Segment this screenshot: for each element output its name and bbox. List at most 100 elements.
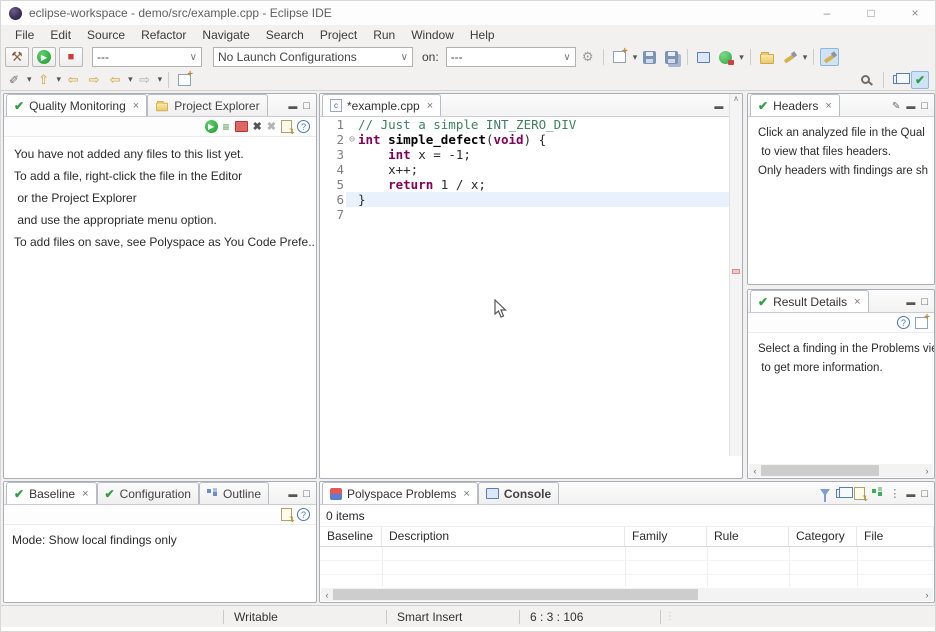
scrollbar-thumb[interactable] (761, 465, 879, 476)
external-tools-button[interactable] (780, 48, 799, 66)
editor-vertical-scrollbar[interactable]: ∧ (729, 94, 742, 456)
scroll-up-icon[interactable]: ∧ (730, 94, 742, 106)
open-resource-button[interactable] (757, 48, 777, 66)
maximize-view-icon[interactable]: □ (303, 100, 310, 112)
menu-item[interactable]: Edit (42, 26, 79, 44)
minimize-view-icon[interactable]: ▬ (906, 489, 915, 499)
pencil-icon[interactable]: ✎ (892, 101, 900, 112)
maximize-view-icon[interactable]: □ (303, 488, 310, 500)
minimize-view-icon[interactable]: ▬ (906, 101, 915, 111)
group-view-icon[interactable] (836, 489, 848, 498)
menu-item[interactable]: Project (312, 26, 365, 44)
close-tab-icon[interactable]: × (133, 100, 139, 112)
tab-headers[interactable]: ✔ Headers × (750, 94, 840, 116)
open-console-button[interactable] (694, 48, 713, 66)
minimize-view-icon[interactable]: ▬ (288, 101, 297, 111)
launch-target-combo[interactable]: --- ∨ (446, 47, 576, 67)
tab-polyspace-problems[interactable]: Polyspace Problems × (322, 482, 478, 504)
load-baseline-icon[interactable] (281, 508, 292, 521)
column-header[interactable]: File (857, 527, 934, 546)
scrollbar-thumb[interactable] (333, 589, 698, 600)
maximize-view-icon[interactable]: □ (921, 296, 928, 308)
code-editor[interactable]: 1// Just a simple INT_ZERO_DIV2⊖int simp… (320, 117, 742, 479)
export-log-icon[interactable] (854, 487, 865, 500)
help-icon[interactable]: ? (897, 316, 910, 329)
tab-outline[interactable]: Outline (199, 482, 269, 504)
run-coverage-button[interactable] (716, 48, 735, 66)
menu-item[interactable]: Search (258, 26, 312, 44)
remove-file-icon[interactable] (235, 121, 248, 132)
scroll-right-icon[interactable]: › (921, 466, 933, 476)
forward-history-button[interactable]: ⇨ (85, 71, 103, 89)
pin-editor-button[interactable] (175, 71, 194, 89)
help-icon[interactable]: ? (297, 120, 310, 133)
remove-all-icon[interactable]: ✖ (267, 120, 276, 133)
next-annotation-button[interactable]: ✐ (5, 71, 23, 89)
code-line[interactable]: 3 int x = -1; (320, 147, 742, 162)
tab-configuration[interactable]: ✔ Configuration (97, 482, 199, 504)
launch-config-combo[interactable]: No Launch Configurations ∨ (213, 47, 413, 67)
menu-item[interactable]: File (7, 26, 42, 44)
close-tab-icon[interactable]: × (854, 296, 860, 308)
menu-item[interactable]: Help (462, 26, 503, 44)
close-tab-icon[interactable]: × (427, 100, 433, 112)
problems-table-body[interactable] (320, 547, 934, 587)
menu-item[interactable]: Window (403, 26, 462, 44)
export-icon[interactable] (281, 120, 292, 133)
column-header[interactable]: Family (625, 527, 707, 546)
highlight-toggle-button[interactable] (820, 48, 839, 66)
fold-collapse-icon[interactable]: ⊖ (346, 132, 358, 147)
overview-ruler-marker[interactable] (732, 269, 740, 274)
menu-item[interactable]: Navigate (194, 26, 257, 44)
column-header[interactable]: Description (382, 527, 625, 546)
close-tab-icon[interactable]: × (82, 488, 88, 500)
back-history-button[interactable]: ⇦ (64, 71, 82, 89)
problems-hscrollbar[interactable]: ‹ › (321, 588, 933, 601)
next-annotation-dropdown[interactable]: ▾ (27, 74, 32, 85)
scroll-left-icon[interactable]: ‹ (749, 466, 761, 476)
run-dropdown[interactable]: ▾ (739, 52, 744, 63)
code-line[interactable]: 4 x++; (320, 162, 742, 177)
tab-baseline[interactable]: ✔ Baseline × (6, 482, 97, 504)
launch-settings-button[interactable]: ⚙ (579, 48, 597, 66)
back-dropdown[interactable]: ▾ (128, 74, 133, 85)
minimize-view-icon[interactable]: ▬ (906, 297, 915, 307)
menu-item[interactable]: Refactor (133, 26, 194, 44)
result-details-hscrollbar[interactable]: ‹ › (749, 464, 933, 477)
open-in-window-icon[interactable] (915, 317, 928, 329)
stop-analysis-button[interactable]: ■ (59, 47, 83, 67)
run-analysis-button[interactable]: ▶ (32, 47, 56, 67)
maximize-button[interactable]: □ (849, 1, 893, 25)
tab-quality-monitoring[interactable]: ✔ Quality Monitoring × (6, 94, 147, 116)
filter-icon[interactable] (820, 489, 830, 496)
search-button[interactable] (858, 71, 877, 89)
column-header[interactable]: Baseline (320, 527, 382, 546)
new-wizard-dropdown[interactable]: ▾ (633, 52, 638, 63)
close-button[interactable]: × (893, 1, 936, 25)
save-all-button[interactable] (662, 48, 681, 66)
previous-annotation-button[interactable]: ⇧ (35, 71, 53, 89)
scroll-right-icon[interactable]: › (921, 590, 933, 600)
column-header[interactable]: Category (789, 527, 857, 546)
tab-example-cpp[interactable]: c *example.cpp × (322, 94, 441, 116)
close-tab-icon[interactable]: × (463, 488, 469, 500)
last-edit-location-button[interactable]: ⇦ (106, 71, 124, 89)
code-line[interactable]: 5 return 1 / x; (320, 177, 742, 192)
open-perspective-button[interactable] (890, 71, 908, 89)
tab-result-details[interactable]: ✔ Result Details × (750, 290, 869, 312)
column-header[interactable]: Rule (707, 527, 789, 546)
forward-dropdown[interactable]: ▾ (158, 74, 163, 85)
maximize-view-icon[interactable]: □ (921, 488, 928, 500)
previous-annotation-dropdown[interactable]: ▾ (57, 74, 62, 85)
tab-console[interactable]: Console (478, 482, 559, 504)
code-line[interactable]: 1// Just a simple INT_ZERO_DIV (320, 117, 742, 132)
remove-icon[interactable]: ✖ (253, 120, 262, 133)
go-forward-button[interactable]: ⇨ (136, 71, 154, 89)
external-tools-dropdown[interactable]: ▾ (803, 52, 808, 63)
close-tab-icon[interactable]: × (825, 100, 831, 112)
menu-item[interactable]: Source (79, 26, 133, 44)
code-line[interactable]: 7 (320, 207, 742, 222)
minimize-view-icon[interactable]: ▬ (714, 101, 723, 111)
code-line[interactable]: 2⊖int simple_defect(void) { (320, 132, 742, 147)
new-wizard-button[interactable] (610, 48, 629, 66)
